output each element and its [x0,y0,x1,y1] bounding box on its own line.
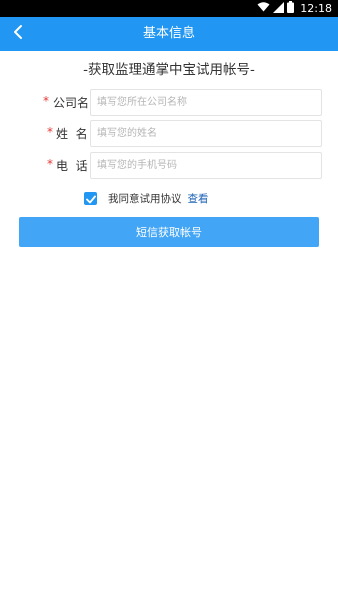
sms-get-account-button[interactable]: 短信获取帐号 [19,217,319,247]
wifi-icon [257,2,270,15]
status-time: 12:18 [300,2,332,15]
status-icons: 12:18 [257,1,332,16]
name-label: 姓 名 [56,127,88,141]
signal-icon [273,1,285,16]
company-input[interactable] [90,89,322,116]
battery-icon [287,1,295,16]
name-input[interactable] [90,120,322,147]
checkmark-icon [85,189,96,208]
page-title: 基本信息 [142,26,195,41]
back-button[interactable] [4,17,32,51]
required-mark: * [47,157,53,171]
app-bar: 基本信息 [0,17,338,51]
name-row: * 姓 名 [0,120,338,147]
company-row: * 公司名 [0,89,338,116]
form-title: -获取监理通掌中宝试用帐号- [83,62,255,78]
phone-input[interactable] [90,152,322,179]
agreement-row: 我同意试用协议 查看 [84,189,209,207]
chevron-left-icon [12,24,24,44]
required-mark: * [43,94,49,108]
phone-row: * 电 话 [0,152,338,179]
required-mark: * [47,125,53,139]
phone-label: 电 话 [56,159,88,173]
agreement-checkbox[interactable] [84,189,97,208]
status-bar: 12:18 [0,0,338,17]
company-label: 公司名 [53,96,90,110]
view-agreement-link[interactable]: 查看 [188,191,209,206]
agreement-text: 我同意试用协议 [108,192,182,205]
submit-button-label: 短信获取帐号 [136,226,202,239]
